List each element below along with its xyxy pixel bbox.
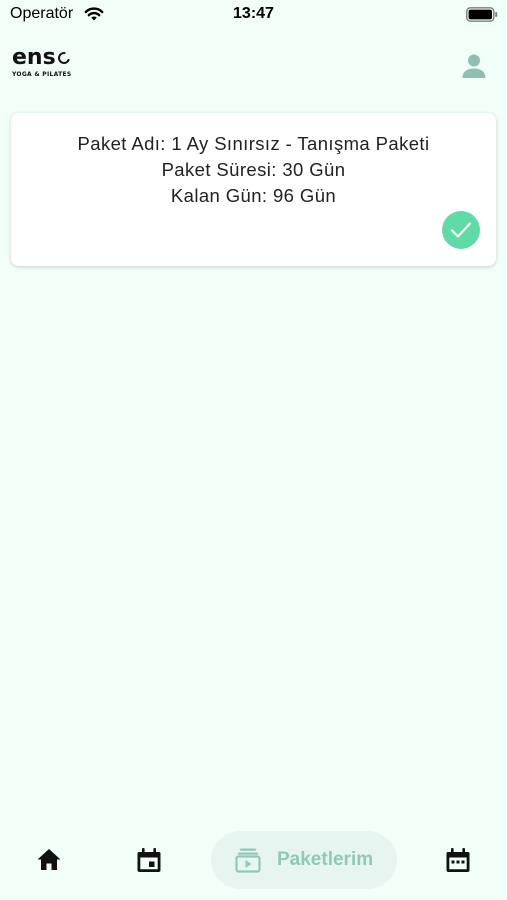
enso-logo: ens YOGA & PILATES [12,45,82,78]
status-bar: Operatör 13:47 [0,0,507,30]
bottom-nav: Paketlerim [0,820,507,900]
logo-enso-circle-icon [55,49,72,67]
profile-icon[interactable] [460,52,488,80]
package-card[interactable]: Paket Adı: 1 Ay Sınırsız - Tanışma Paket… [11,113,496,266]
calendar-month-icon[interactable] [444,846,472,874]
app-header: ens YOGA & PILATES [0,40,507,90]
home-icon[interactable] [35,846,63,874]
active-check-icon [442,211,480,249]
package-name: Paket Adı: 1 Ay Sınırsız - Tanışma Paket… [77,133,430,154]
package-details: Paket Adı: 1 Ay Sınırsız - Tanışma Paket… [11,131,496,209]
logo-text: ens [12,45,56,70]
clock: 13:47 [233,5,274,22]
packages-icon [235,848,261,873]
package-remaining-days: Kalan Gün: 96 Gün [170,185,337,206]
package-duration: Paket Süresi: 30 Gün [161,159,346,180]
battery-icon [466,7,498,22]
tab-paketlerim-label: Paketlerim [277,849,374,870]
logo-subtitle: YOGA & PILATES [12,71,72,78]
calendar-event-icon[interactable] [135,846,163,874]
tab-paketlerim[interactable]: Paketlerim [211,831,397,889]
